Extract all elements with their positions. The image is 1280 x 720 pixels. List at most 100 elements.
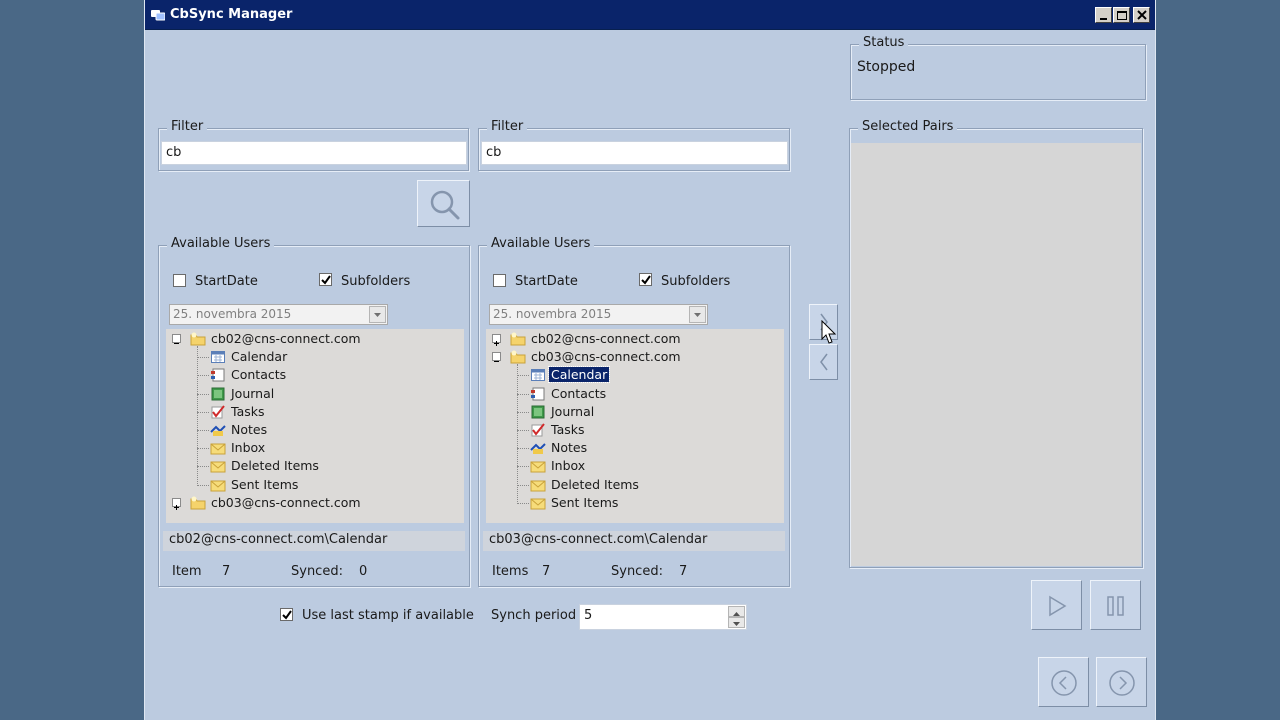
right-users-label: Available Users — [487, 236, 595, 251]
tree-account-node[interactable]: cb02@cns-connect.com — [166, 330, 464, 348]
tree-folder-node[interactable]: Tasks — [166, 403, 464, 421]
search-button[interactable] — [417, 180, 470, 227]
tree-node-label: Contacts — [231, 367, 287, 383]
mail-icon — [530, 478, 546, 492]
next-button[interactable] — [1096, 657, 1147, 707]
tree-folder-node[interactable]: Journal — [486, 403, 784, 421]
close-button[interactable] — [1133, 7, 1150, 23]
journal-icon — [210, 387, 226, 401]
tree-connector — [517, 430, 529, 431]
left-folder-tree[interactable]: cb02@cns-connect.com Calendar Contacts Jour… — [166, 329, 464, 523]
right-startdate-label: StartDate — [515, 274, 578, 289]
minus-icon — [174, 343, 179, 344]
tree-account-node[interactable]: cb02@cns-connect.com — [486, 330, 784, 348]
tree-node-label: Sent Items — [231, 476, 299, 492]
maximize-icon — [1117, 11, 1127, 20]
checkmark-icon — [321, 275, 331, 285]
selected-pairs-group: Selected Pairs — [849, 119, 1143, 568]
tree-folder-node[interactable]: Tasks — [486, 421, 784, 439]
right-folder-tree[interactable]: cb02@cns-connect.com cb03@cns-connect.com… — [486, 329, 784, 523]
collapse-toggle[interactable] — [172, 334, 181, 344]
play-button[interactable] — [1031, 580, 1082, 630]
tree-node-label: Notes — [231, 422, 268, 437]
tree-folder-node[interactable]: Sent Items — [486, 494, 784, 512]
pause-icon — [1107, 596, 1124, 616]
tree-folder-node[interactable]: Contacts — [166, 366, 464, 384]
right-filter-input[interactable]: cb — [481, 141, 788, 165]
tree-folder-node[interactable]: Deleted Items — [166, 457, 464, 475]
tree-node-label: Inbox — [231, 440, 266, 456]
left-date-picker[interactable]: 25. novembra 2015 — [169, 304, 388, 325]
folder-icon — [510, 350, 526, 364]
pause-button[interactable] — [1090, 580, 1141, 630]
left-synced-value: 0 — [359, 564, 368, 579]
collapse-toggle[interactable] — [492, 352, 501, 363]
tree-account-node[interactable]: cb03@cns-connect.com — [486, 348, 784, 366]
tree-folder-node[interactable]: Calendar — [486, 366, 784, 384]
expand-toggle[interactable] — [492, 334, 501, 346]
left-filter-group: Filter cb — [158, 119, 469, 171]
left-filter-label: Filter — [167, 119, 208, 134]
tree-folder-node[interactable]: Notes — [166, 421, 464, 439]
tree-folder-node[interactable]: Deleted Items — [486, 476, 784, 494]
tree-node-label: Deleted Items — [551, 476, 639, 492]
left-items-value: 7 — [222, 564, 231, 579]
minus-icon — [494, 361, 499, 363]
left-filter-input[interactable]: cb — [161, 141, 467, 165]
tree-connector — [517, 411, 529, 413]
right-users-group: Available Users StartDate Subfolders 25.… — [478, 236, 790, 587]
tree-folder-node[interactable]: Notes — [486, 439, 784, 457]
left-date-value: 25. novembra 2015 — [173, 307, 292, 321]
tree-folder-node[interactable]: Sent Items — [166, 476, 464, 494]
left-subfolders-checkbox[interactable] — [319, 273, 332, 286]
checkmark-icon — [641, 275, 651, 285]
cbsync-window: CbSync Manager Status Stopped Filter cb … — [144, 0, 1156, 720]
right-date-picker[interactable]: 25. novembra 2015 — [489, 304, 708, 325]
left-date-dropdown[interactable] — [369, 306, 386, 323]
tree-account-node[interactable]: cb03@cns-connect.com — [166, 494, 464, 512]
synch-period-input[interactable]: 5 — [579, 604, 747, 630]
contacts-icon — [530, 387, 546, 401]
tree-node-label: Sent Items — [551, 494, 619, 510]
tree-folder-node[interactable]: Contacts — [486, 385, 784, 403]
selected-pairs-label: Selected Pairs — [858, 119, 958, 134]
remove-pair-button[interactable] — [809, 344, 838, 380]
previous-button[interactable] — [1038, 657, 1089, 707]
tree-node-label: Tasks — [231, 403, 265, 419]
tree-connector — [197, 375, 209, 377]
use-last-stamp-checkbox[interactable] — [280, 608, 293, 621]
right-subfolders-checkbox[interactable] — [639, 273, 652, 286]
synch-period-up[interactable] — [728, 606, 745, 617]
calendar-icon — [530, 368, 546, 382]
tree-connector — [197, 357, 209, 359]
left-startdate-checkbox[interactable] — [173, 274, 186, 287]
tree-connector — [197, 430, 209, 431]
tree-node-label: Inbox — [551, 458, 586, 474]
tree-folder-node[interactable]: Inbox — [166, 439, 464, 457]
tree-connector — [517, 364, 518, 504]
tree-folder-node[interactable]: Inbox — [486, 457, 784, 475]
expand-toggle[interactable] — [172, 497, 181, 510]
title-bar[interactable]: CbSync Manager — [145, 0, 1155, 30]
status-group-label: Status — [859, 35, 909, 50]
maximize-button[interactable] — [1113, 7, 1130, 23]
left-path: cb02@cns-connect.com\Calendar — [163, 531, 465, 551]
status-group: Status Stopped — [850, 35, 1146, 100]
right-date-dropdown[interactable] — [689, 306, 706, 323]
tree-folder-node[interactable]: Calendar — [166, 348, 464, 366]
tree-node-label: Contacts — [551, 385, 607, 401]
synch-period-down[interactable] — [728, 617, 745, 628]
app-icon — [151, 10, 165, 21]
tree-connector — [197, 346, 198, 486]
selected-pairs-list[interactable] — [851, 143, 1141, 566]
tree-node-label: Journal — [231, 385, 275, 401]
tree-node-label: Notes — [551, 440, 588, 456]
tree-connector — [197, 484, 209, 486]
chevron-down-icon — [733, 622, 740, 626]
tasks-icon — [530, 423, 546, 437]
right-startdate-checkbox[interactable] — [493, 274, 506, 287]
tree-folder-node[interactable]: Journal — [166, 385, 464, 403]
chevron-down-icon — [374, 313, 381, 317]
left-subfolders-label: Subfolders — [341, 274, 411, 289]
minimize-button[interactable] — [1095, 7, 1112, 23]
